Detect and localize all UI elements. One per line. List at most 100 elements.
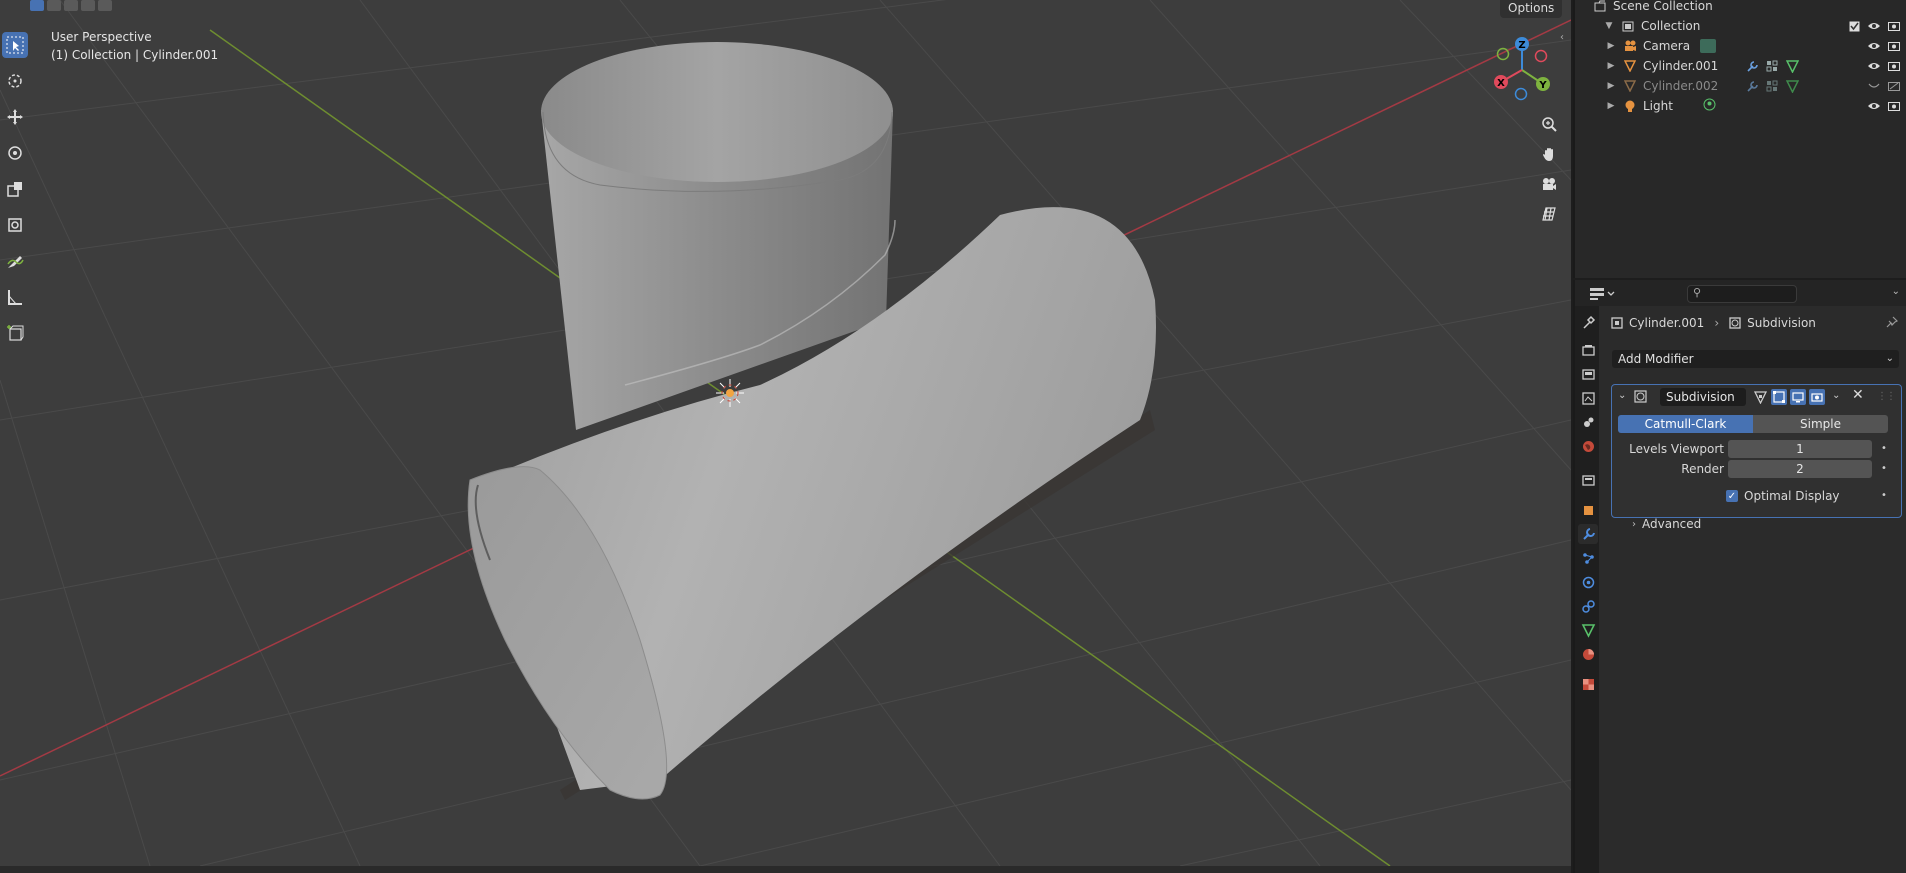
editor-type-icon[interactable] bbox=[1589, 286, 1617, 302]
render-levels-field[interactable]: 2 bbox=[1728, 460, 1872, 478]
annotate-tool[interactable] bbox=[2, 248, 28, 274]
outliner-item-cylinder-001[interactable]: ▶ Cylinder.001 bbox=[1575, 56, 1906, 76]
tab-data[interactable] bbox=[1578, 620, 1598, 640]
tab-texture[interactable] bbox=[1578, 674, 1598, 694]
zoom-icon bbox=[1542, 117, 1557, 132]
select-box-tool[interactable] bbox=[2, 32, 28, 58]
render-label: Render bbox=[1681, 462, 1724, 476]
edit-mode-cage-icon[interactable] bbox=[1752, 389, 1768, 405]
select-mode-icons[interactable] bbox=[30, 0, 112, 11]
rotate-tool[interactable] bbox=[2, 140, 28, 166]
expand-caret-icon[interactable]: ▶ bbox=[1605, 41, 1617, 51]
select-new-icon[interactable] bbox=[30, 0, 44, 11]
tab-render[interactable] bbox=[1578, 340, 1598, 360]
cylinder-mesh[interactable] bbox=[467, 42, 1156, 800]
panel-collapse-icon[interactable]: ⌄ bbox=[1618, 390, 1626, 401]
camera-view-button[interactable] bbox=[1537, 172, 1561, 196]
add-cube-tool[interactable] bbox=[2, 320, 28, 346]
tab-particles[interactable] bbox=[1578, 548, 1598, 568]
render-disabled-icon[interactable] bbox=[1888, 80, 1900, 92]
optimal-display-row[interactable]: ✓ Optimal Display bbox=[1726, 489, 1840, 503]
visibility-eye-icon[interactable] bbox=[1868, 20, 1880, 32]
drag-handle-icon[interactable]: ⋮⋮ bbox=[1877, 391, 1896, 402]
keyframe-dot-icon[interactable]: • bbox=[1881, 460, 1887, 478]
options-dropdown[interactable]: Options bbox=[1500, 0, 1563, 18]
render-camera-icon[interactable] bbox=[1888, 40, 1900, 52]
scale-icon bbox=[7, 182, 22, 197]
outliner-item-light[interactable]: ▶ Light bbox=[1575, 96, 1906, 116]
tab-object[interactable] bbox=[1578, 500, 1598, 520]
expand-caret-icon[interactable]: ▶ bbox=[1605, 81, 1617, 91]
remove-modifier-close-icon[interactable]: ✕ bbox=[1852, 387, 1864, 403]
vertex-group-icon bbox=[1766, 80, 1779, 93]
tab-physics[interactable] bbox=[1578, 572, 1598, 592]
tab-view-layer[interactable] bbox=[1578, 388, 1598, 408]
hidden-eye-icon[interactable] bbox=[1868, 80, 1880, 92]
select-subtract-icon[interactable] bbox=[64, 0, 78, 11]
outliner-item-camera[interactable]: ▶ Camera bbox=[1575, 36, 1906, 56]
edit-mode-icon[interactable] bbox=[1771, 389, 1787, 405]
realtime-display-icon[interactable] bbox=[1790, 389, 1806, 405]
render-camera-icon[interactable] bbox=[1888, 20, 1900, 32]
particles-icon bbox=[1582, 552, 1594, 564]
measure-tool[interactable] bbox=[2, 284, 28, 310]
exclude-checkbox-icon[interactable] bbox=[1848, 20, 1860, 32]
visibility-eye-icon[interactable] bbox=[1868, 40, 1880, 52]
properties-search-input[interactable]: ⚲ bbox=[1687, 285, 1797, 303]
zoom-button[interactable] bbox=[1537, 112, 1561, 136]
catmull-clark-option[interactable]: Catmull-Clark bbox=[1618, 415, 1753, 433]
physics-icon bbox=[1582, 576, 1594, 588]
select-intersect-icon[interactable] bbox=[98, 0, 112, 11]
levels-viewport-field[interactable]: 1 bbox=[1728, 440, 1872, 458]
annotate-icon bbox=[7, 256, 24, 268]
collapse-caret-icon[interactable]: ▼ bbox=[1603, 21, 1615, 31]
mesh-data-icon bbox=[1786, 59, 1799, 73]
keyframe-dot-icon[interactable]: • bbox=[1881, 489, 1887, 503]
modifier-menu-chevron-icon[interactable]: ⌄ bbox=[1832, 390, 1840, 401]
visibility-eye-icon[interactable] bbox=[1868, 60, 1880, 72]
scale-tool[interactable] bbox=[2, 176, 28, 202]
expand-caret-icon[interactable]: ▶ bbox=[1605, 61, 1617, 71]
collection-row[interactable]: ▼ Collection bbox=[1575, 16, 1906, 36]
modifier-wrench-icon[interactable] bbox=[1746, 60, 1759, 73]
tab-tool[interactable] bbox=[1578, 312, 1598, 332]
tab-collection[interactable] bbox=[1578, 470, 1598, 490]
tab-output[interactable] bbox=[1578, 364, 1598, 384]
tab-scene[interactable] bbox=[1578, 412, 1598, 432]
move-tool[interactable] bbox=[2, 104, 28, 130]
select-invert-icon[interactable] bbox=[81, 0, 95, 11]
light-object-marker[interactable] bbox=[716, 379, 744, 407]
scene-collection-row[interactable]: Scene Collection bbox=[1575, 0, 1906, 16]
render-camera-icon[interactable] bbox=[1888, 100, 1900, 112]
select-extend-icon[interactable] bbox=[47, 0, 61, 11]
cursor-tool[interactable] bbox=[2, 68, 28, 94]
tool-shelf bbox=[2, 32, 28, 356]
render-toggle-icon[interactable] bbox=[1809, 389, 1825, 405]
properties-tabs bbox=[1575, 306, 1599, 873]
add-modifier-dropdown[interactable]: Add Modifier ⌄ bbox=[1612, 350, 1899, 368]
breadcrumb-separator-icon: › bbox=[1714, 316, 1720, 330]
simple-option[interactable]: Simple bbox=[1753, 415, 1888, 433]
tab-material[interactable] bbox=[1578, 644, 1598, 664]
advanced-subpanel[interactable]: › Advanced bbox=[1632, 517, 1701, 531]
3d-viewport[interactable]: Options User Perspective (1) Collection … bbox=[0, 0, 1571, 866]
transform-tool[interactable] bbox=[2, 212, 28, 238]
tab-modifiers[interactable] bbox=[1578, 524, 1598, 544]
sidebar-toggle-icon[interactable]: ‹ bbox=[1560, 32, 1564, 43]
pin-icon[interactable] bbox=[1886, 316, 1899, 331]
keyframe-dot-icon[interactable]: • bbox=[1881, 440, 1887, 458]
outliner-item-cylinder-002[interactable]: ▶ Cylinder.002 bbox=[1575, 76, 1906, 96]
modifier-name-field[interactable]: Subdivision bbox=[1660, 388, 1746, 406]
pan-button[interactable] bbox=[1537, 142, 1561, 166]
optimal-display-checkbox[interactable]: ✓ bbox=[1726, 490, 1738, 502]
navigation-gizmo[interactable]: Z Y X bbox=[1488, 34, 1556, 102]
expand-caret-icon[interactable]: ▶ bbox=[1605, 101, 1617, 111]
modifier-wrench-icon[interactable] bbox=[1746, 80, 1759, 93]
tab-constraints[interactable] bbox=[1578, 596, 1598, 616]
viewport-scene[interactable] bbox=[0, 0, 1571, 866]
tab-world[interactable] bbox=[1578, 436, 1598, 456]
visibility-eye-icon[interactable] bbox=[1868, 100, 1880, 112]
ortho-toggle-button[interactable] bbox=[1537, 202, 1561, 226]
options-chevron-icon[interactable]: ⌄ bbox=[1892, 286, 1900, 297]
render-camera-icon[interactable] bbox=[1888, 60, 1900, 72]
